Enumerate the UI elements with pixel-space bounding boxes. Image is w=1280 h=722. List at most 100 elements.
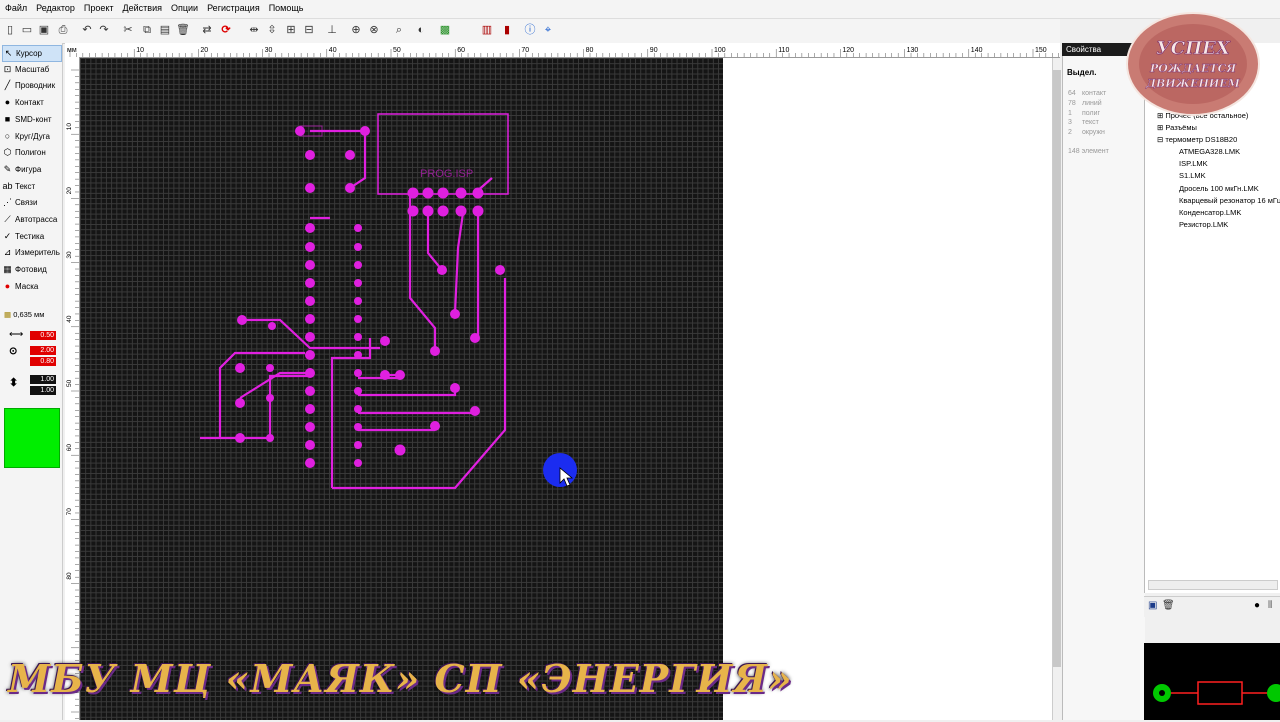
library-file[interactable]: Дросель 100 мкГн.LMK xyxy=(1179,184,1259,193)
flip-icon[interactable]: ⇄ xyxy=(200,23,214,37)
library-file[interactable]: ATMEGA328.LMK xyxy=(1179,147,1240,156)
menu-actions[interactable]: Действия xyxy=(118,0,166,13)
scrollbar-thumb[interactable] xyxy=(1053,70,1061,667)
paste-icon[interactable]: ▤ xyxy=(158,23,172,37)
tool-test[interactable]: ✓ Тестика xyxy=(2,229,60,244)
stat-count: 78 xyxy=(1068,99,1076,107)
library-file[interactable]: Кварцевый резонатор 16 мГц xyxy=(1179,196,1280,205)
tool-autoroute[interactable]: ⟋ Автотрасса xyxy=(2,212,60,227)
menu-options[interactable]: Опции xyxy=(166,0,202,13)
stat-count: 1 xyxy=(1068,109,1072,117)
layer-a-icon[interactable]: ⊕ xyxy=(349,23,363,37)
zoom-icon: ⊡ xyxy=(3,63,12,74)
library-group-label: термометр DS18B20 xyxy=(1165,135,1238,144)
vertical-ruler: 10 20 30 40 50 60 70 80 xyxy=(65,57,80,720)
stat-type: контакт xyxy=(1082,90,1107,97)
tool-polygon[interactable]: ⬡ Полигон xyxy=(2,145,60,160)
stat-row: 78 линий xyxy=(1068,100,1102,107)
trace-top xyxy=(310,129,367,189)
svg-text:УСПЕХ: УСПЕХ xyxy=(1156,38,1231,59)
chip-icon[interactable]: ▥ xyxy=(480,23,494,37)
board-check-icon[interactable]: ▩ xyxy=(438,23,452,37)
pad-macro-icon[interactable]: ● xyxy=(1254,600,1260,611)
contrast-icon[interactable]: ◐ xyxy=(414,23,428,37)
align-grid-icon[interactable]: ⊞ xyxy=(284,23,298,37)
layer-color-swatch[interactable] xyxy=(4,408,60,468)
menu-bar: Файл Редактор Проект Действия Опции Регистрац… xyxy=(0,0,1280,19)
links-icon: ⋰ xyxy=(3,197,12,208)
footer-caption: МБУ МЦ «МАЯК» СП «ЭНЕРГИЯ» xyxy=(8,656,793,701)
test-icon: ✓ xyxy=(3,230,12,241)
trace-width-value[interactable]: 0.50 xyxy=(30,331,56,340)
tool-mask[interactable]: ● Маска xyxy=(2,279,60,294)
resistor-macro-icon[interactable]: ⫴ xyxy=(1268,600,1272,611)
tool-text[interactable]: ab Текст xyxy=(2,179,60,194)
open-file-icon[interactable]: ▭ xyxy=(20,23,34,37)
pad-outer-value[interactable]: 2.00 xyxy=(30,346,56,355)
component-preview xyxy=(1144,643,1280,720)
save-macro-icon[interactable]: ▣ xyxy=(1148,600,1157,611)
tool-circle[interactable]: ○ Круг/Дуга xyxy=(2,129,60,144)
print-icon[interactable]: ⎙ xyxy=(56,23,70,37)
library-file[interactable]: S1.LMK xyxy=(1179,171,1206,180)
pin-icon[interactable]: ⊥ xyxy=(325,23,339,37)
library-file[interactable]: ISP.LMK xyxy=(1179,159,1208,168)
smd-icon: ■ xyxy=(4,113,11,124)
layer-b-icon[interactable]: ⊗ xyxy=(367,23,381,37)
smd-height-value[interactable]: 1.00 xyxy=(30,386,56,395)
menu-file[interactable]: Файл xyxy=(0,0,31,13)
new-file-icon[interactable]: ▯ xyxy=(3,23,17,37)
tool-measure[interactable]: ⊿ Измеритель xyxy=(2,245,60,260)
pad-icon: ● xyxy=(4,97,11,108)
align-horizontal-icon[interactable]: ⇹ xyxy=(247,23,261,37)
tool-photo[interactable]: ▦ Фотовид xyxy=(2,262,60,277)
library-group[interactable]: ⊞ Разъёмы xyxy=(1157,123,1197,132)
menu-help[interactable]: Помощь xyxy=(264,0,308,13)
redo-icon[interactable]: ↷ xyxy=(97,23,111,37)
group-icon[interactable]: ⊟ xyxy=(302,23,316,37)
trace-conn-1 xyxy=(408,193,437,353)
copy-icon[interactable]: ⧉ xyxy=(140,23,154,37)
menu-editor[interactable]: Редактор xyxy=(31,0,79,13)
tool-cursor[interactable]: ↖ Курсор xyxy=(2,45,62,62)
tool-zoom[interactable]: ⊡ Масштаб xyxy=(2,62,60,77)
ruler-label: 130 xyxy=(907,47,919,54)
pcb-canvas[interactable]: PROG.ISP xyxy=(80,58,723,720)
pad-inner-value[interactable]: 0.80 xyxy=(30,357,56,366)
circle-icon: ○ xyxy=(4,130,11,141)
tool-pad[interactable]: ● Контакт xyxy=(2,95,60,110)
tool-shape[interactable]: ✎ Фигура xyxy=(2,162,60,177)
menu-project[interactable]: Проект xyxy=(79,0,118,13)
svg-text:РОЖДАЕТСЯ: РОЖДАЕТСЯ xyxy=(1149,62,1236,75)
save-icon[interactable]: ▣ xyxy=(37,23,51,37)
magnifier-icon[interactable]: ⌕ xyxy=(392,23,406,37)
rotate-icon[interactable]: ⟳ xyxy=(219,23,233,37)
tool-label: SMD-конт xyxy=(15,114,52,124)
properties-panel xyxy=(1062,43,1145,720)
cut-icon[interactable]: ✂ xyxy=(121,23,135,37)
snap-icon[interactable]: ⌖ xyxy=(541,23,555,37)
toolbar: ▯ ▭ ▣ ⎙ ↶ ↷ ✂ ⧉ ▤ 🗑 ⇄ ⟳ ⇹ ⇳ ⊞ ⊟ ⊥ ⊕ ⊗ ⌕ … xyxy=(0,19,1060,44)
ruler-label: 80 xyxy=(586,47,594,54)
delete-macro-icon[interactable]: 🗑 xyxy=(1162,600,1175,611)
library-hscrollbar[interactable] xyxy=(1148,580,1278,590)
library-file[interactable]: Резистор.LMK xyxy=(1179,220,1228,229)
tool-links[interactable]: ⋰ Связи xyxy=(2,195,60,210)
stat-row: 2 окружн xyxy=(1068,129,1105,136)
tool-label: Измеритель xyxy=(15,248,60,258)
library-file[interactable]: Конденсатор.LMK xyxy=(1179,208,1241,217)
info-icon[interactable]: ⓘ xyxy=(523,23,537,37)
delete-icon[interactable]: 🗑 xyxy=(176,23,190,37)
menu-registration[interactable]: Регистрация xyxy=(202,0,264,13)
undo-icon[interactable]: ↶ xyxy=(80,23,94,37)
grid-size-display[interactable]: ▦ 0,635 мм xyxy=(4,309,60,321)
smd-width-value[interactable]: 1.00 xyxy=(30,375,56,384)
ruler-label: 80 xyxy=(66,572,73,580)
component-icon[interactable]: ▮ xyxy=(500,23,514,37)
canvas-empty-area[interactable] xyxy=(723,58,1052,720)
tool-label: Масштаб xyxy=(15,64,50,74)
library-group[interactable]: ⊟ термометр DS18B20 xyxy=(1157,135,1237,144)
tool-smd[interactable]: ■ SMD-конт xyxy=(2,112,60,127)
tool-wire[interactable]: ╱ Проводник xyxy=(2,78,60,93)
align-vertical-icon[interactable]: ⇳ xyxy=(265,23,279,37)
